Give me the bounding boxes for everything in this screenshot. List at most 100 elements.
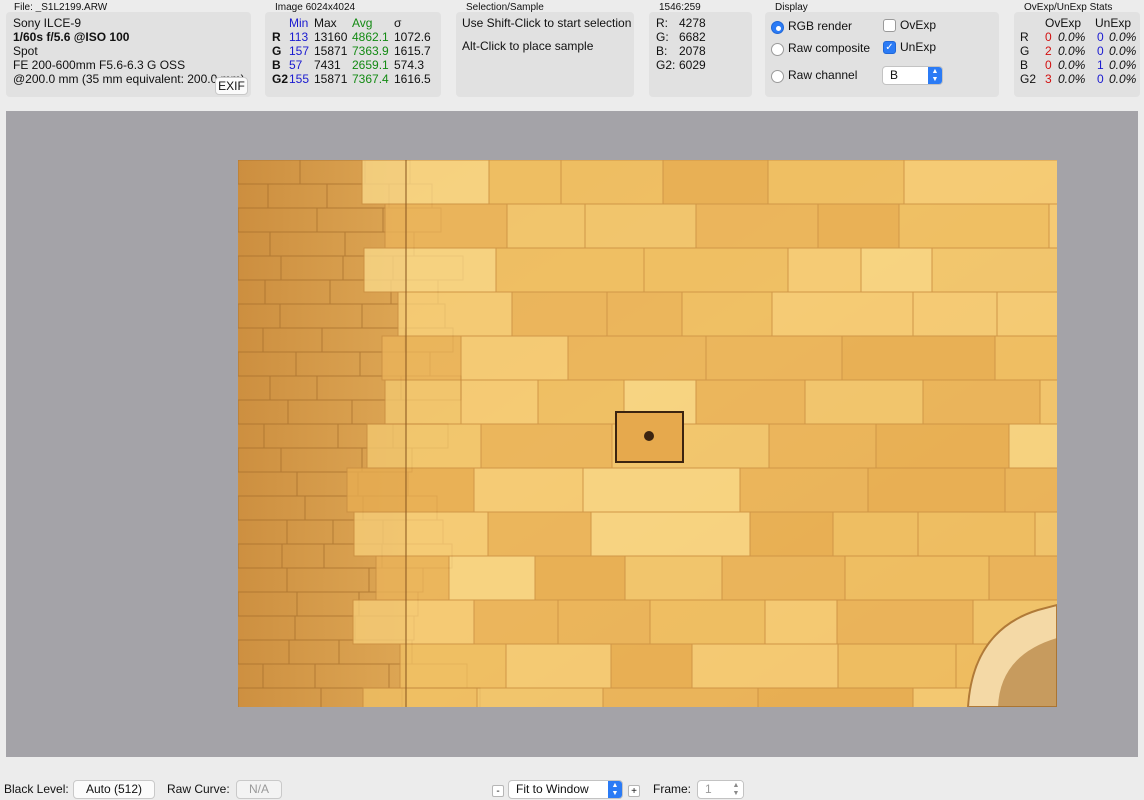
stone-block [739, 467, 869, 513]
stone-block [922, 379, 1041, 425]
stone-block [366, 423, 482, 469]
stone-block [764, 599, 838, 645]
sigma-g: 1615.7 [394, 44, 431, 58]
ovexp-count-g: 2 [1045, 44, 1052, 58]
exposure-info: 1/60s f/5.6 @ISO 100 [13, 30, 130, 44]
stone-block [681, 291, 773, 337]
unexp-count-r: 0 [1097, 30, 1104, 44]
ovexp-pct-r: 0.0% [1058, 30, 1086, 44]
max-g: 15871 [314, 44, 348, 58]
sigma-b: 574.3 [394, 58, 425, 72]
zoom-in-button[interactable]: + [628, 785, 640, 797]
stone-block [844, 555, 990, 601]
selection-hint: Use Shift-Click to start selection [462, 16, 632, 30]
unexp-checkbox[interactable]: ✓ [883, 41, 896, 54]
raw-photo-preview[interactable] [238, 160, 1057, 707]
stone-block [567, 335, 707, 381]
chevron-updown-icon: ▲ ▼ [608, 781, 622, 798]
header-avg: Avg [352, 16, 373, 30]
zoom-select[interactable]: Fit to Window ▲ ▼ [508, 780, 623, 799]
raw-curve-button[interactable]: N/A [236, 780, 282, 799]
stone-block [590, 511, 751, 557]
file-panel: Sony ILCE-9 1/60s f/5.6 @ISO 100 Spot FE… [6, 12, 251, 97]
ovexp-pct-g2: 0.0% [1058, 72, 1086, 86]
stone-block [787, 247, 862, 293]
stone-block [495, 247, 645, 293]
stone-block [662, 160, 769, 205]
frame-stepper[interactable]: 1 ▲ ▼ [697, 780, 744, 799]
frame-label: Frame: [653, 782, 692, 796]
stone-block [1008, 423, 1057, 469]
stone-block [488, 160, 562, 205]
stone-block [506, 203, 586, 249]
ovexp-label[interactable]: OvExp [900, 18, 936, 32]
stone-block [695, 379, 806, 425]
max-r: 13160 [314, 30, 348, 44]
ovexp-count-r: 0 [1045, 30, 1052, 44]
stats-label-g2: G2 [1020, 72, 1037, 86]
rgb-render-label[interactable]: RGB render [788, 19, 852, 33]
camera-model: Sony ILCE-9 [13, 16, 82, 30]
pixel-label-b: B: [656, 44, 668, 58]
pixel-value-b: 2078 [679, 44, 706, 58]
pixel-label-r: R: [656, 16, 668, 30]
exposure-stats-panel: OvExp UnExp R 0 0.0% 0 0.0% G 2 0.0% 0 0… [1014, 12, 1140, 97]
stone-block [602, 687, 759, 707]
pixel-readout-panel: R: 4278 G: 6682 B: 2078 G2: 6029 [649, 12, 752, 97]
stone-block [912, 291, 998, 337]
zoom-out-button[interactable]: - [492, 785, 504, 797]
raw-composite-radio[interactable] [771, 43, 784, 56]
unexp-pct-b: 0.0% [1109, 58, 1137, 72]
stone-block [448, 555, 536, 601]
raw-channel-select[interactable]: B ▲ ▼ [882, 66, 943, 85]
stone-block [460, 335, 569, 381]
row-label-g2: G2 [272, 72, 289, 86]
stone-block [584, 203, 697, 249]
avg-g: 7363.9 [352, 44, 389, 58]
header-sigma: σ [394, 16, 402, 30]
unexp-pct-g: 0.0% [1109, 44, 1137, 58]
stone-block [399, 643, 507, 689]
frame-value: 1 [705, 782, 712, 796]
unexp-count-g: 0 [1097, 44, 1104, 58]
stone-block [381, 335, 462, 381]
stone-block [768, 423, 877, 469]
ovexp-checkbox[interactable] [883, 19, 896, 32]
stone-block [352, 599, 475, 645]
stone-block [1039, 379, 1057, 425]
black-level-button[interactable]: Auto (512) [73, 780, 155, 799]
sample-hint: Alt-Click to place sample [462, 39, 594, 53]
unexp-label[interactable]: UnExp [900, 40, 936, 54]
focal-length: @200.0 mm (35 mm equivalent: 200.0 mm) [13, 72, 245, 86]
stone-block [804, 379, 924, 425]
stone-block [917, 511, 1036, 557]
min-r: 113 [289, 30, 309, 44]
rgb-render-radio[interactable] [771, 21, 784, 34]
stone-block [832, 511, 919, 557]
ovexp-count-b: 0 [1045, 58, 1052, 72]
row-label-r: R [272, 30, 281, 44]
stone-block [384, 379, 462, 425]
stone-block [898, 203, 1050, 249]
stats-label-b: B [1020, 58, 1029, 72]
stone-block [837, 643, 957, 689]
stone-block [705, 335, 843, 381]
raw-channel-radio[interactable] [771, 70, 784, 83]
sigma-g2: 1616.5 [394, 72, 431, 86]
raw-composite-label[interactable]: Raw composite [788, 41, 870, 55]
raw-channel-label[interactable]: Raw channel [788, 68, 857, 82]
stone-block [397, 291, 513, 337]
stone-block [1004, 467, 1057, 513]
stone-block [875, 423, 1010, 469]
row-label-b: B [272, 58, 281, 72]
avg-g2: 7367.4 [352, 72, 389, 86]
stone-block [353, 511, 489, 557]
chevron-updown-icon: ▲ ▼ [928, 67, 942, 84]
sigma-r: 1072.6 [394, 30, 431, 44]
checkmark-icon: ✓ [885, 42, 894, 53]
exif-button[interactable]: EXIF [215, 77, 248, 95]
stone-block [582, 467, 741, 513]
zoom-value: Fit to Window [516, 782, 589, 796]
header-min: Min [289, 16, 309, 30]
unexp-count-g2: 0 [1097, 72, 1104, 86]
